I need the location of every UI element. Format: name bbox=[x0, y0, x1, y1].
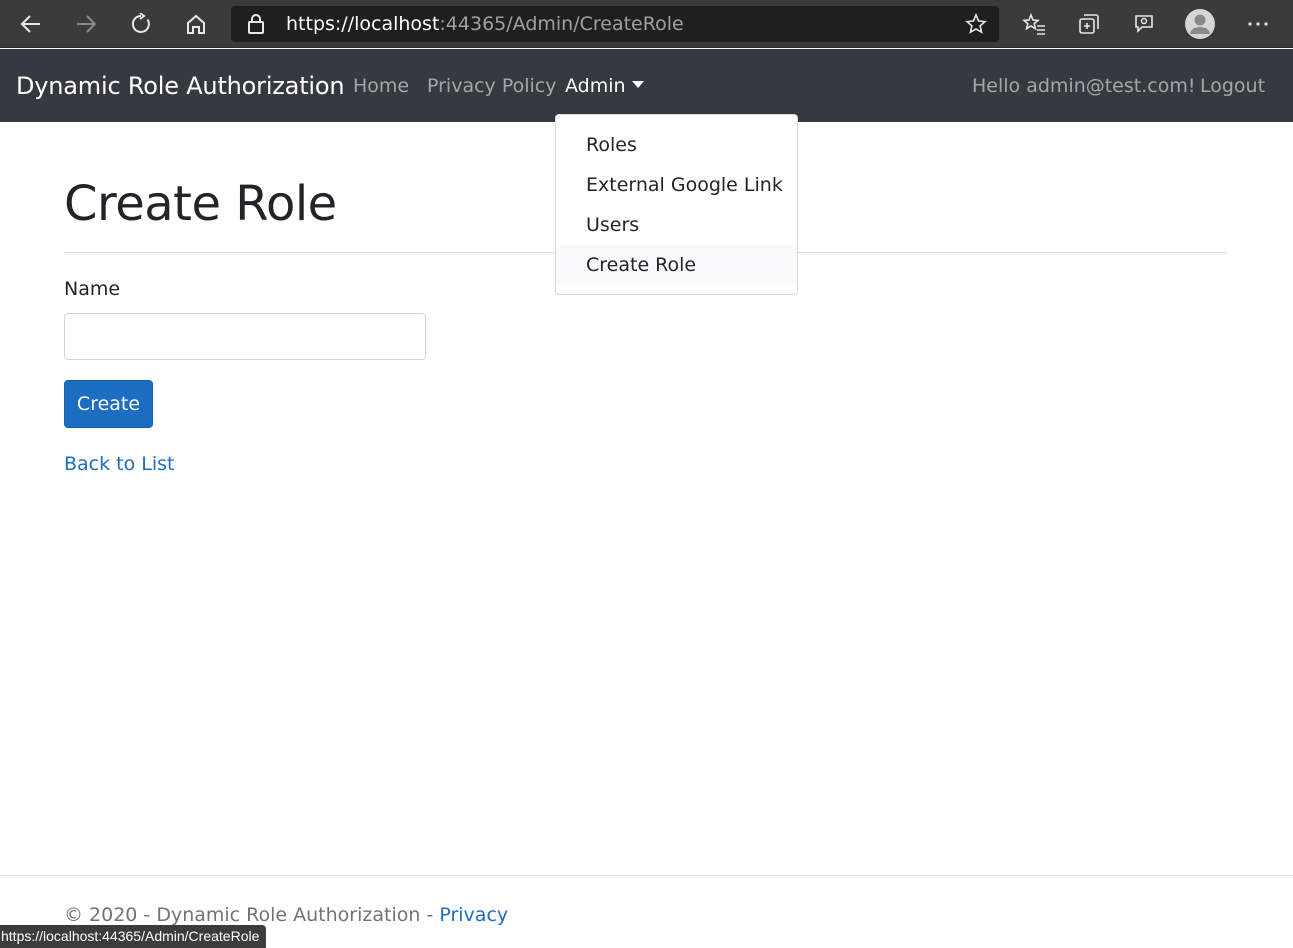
name-label: Name bbox=[64, 278, 121, 300]
favorites-list-icon[interactable] bbox=[1018, 8, 1050, 40]
nav-admin-label: Admin bbox=[565, 75, 626, 97]
footer: © 2020 - Dynamic Role Authorization - Pr… bbox=[64, 903, 508, 927]
logout-link[interactable]: Logout bbox=[1200, 74, 1265, 98]
admin-dropdown-menu: Roles External Google Link Users Create … bbox=[555, 114, 798, 295]
nav-admin-dropdown-toggle[interactable]: Admin bbox=[565, 74, 644, 98]
user-greeting: Hello admin@test.com! bbox=[972, 75, 1196, 97]
status-bar-url: https://localhost:44365/Admin/CreateRole bbox=[0, 925, 267, 948]
dropdown-item-external-google-link[interactable]: External Google Link bbox=[556, 165, 797, 205]
collections-icon[interactable] bbox=[1073, 8, 1105, 40]
name-input[interactable] bbox=[64, 313, 426, 360]
footer-text: © 2020 - Dynamic Role Authorization - bbox=[64, 904, 440, 926]
footer-divider bbox=[0, 875, 1293, 876]
home-icon[interactable] bbox=[180, 8, 212, 40]
address-url: https://localhost:44365/Admin/CreateRole bbox=[286, 13, 684, 35]
dropdown-item-users[interactable]: Users bbox=[556, 205, 797, 245]
forward-arrow-icon[interactable] bbox=[70, 8, 102, 40]
address-bar[interactable]: https://localhost:44365/Admin/CreateRole bbox=[231, 6, 999, 42]
page-title: Create Role bbox=[64, 176, 337, 232]
browser-toolbar: https://localhost:44365/Admin/CreateRole bbox=[0, 0, 1293, 48]
back-arrow-icon[interactable] bbox=[15, 8, 47, 40]
caret-down-icon bbox=[631, 81, 644, 88]
footer-privacy-link[interactable]: Privacy bbox=[439, 904, 508, 926]
favorite-star-icon[interactable] bbox=[965, 12, 987, 39]
refresh-icon[interactable] bbox=[125, 8, 157, 40]
profile-avatar-icon[interactable] bbox=[1184, 8, 1216, 40]
brand-link[interactable]: Dynamic Role Authorization bbox=[16, 71, 345, 101]
site-navbar: Dynamic Role Authorization Home Privacy … bbox=[0, 49, 1293, 122]
read-aloud-icon[interactable] bbox=[1128, 8, 1160, 40]
lock-icon bbox=[247, 14, 265, 38]
nav-home[interactable]: Home bbox=[353, 74, 409, 98]
dropdown-item-roles[interactable]: Roles bbox=[556, 125, 797, 165]
more-menu-icon[interactable] bbox=[1242, 8, 1274, 40]
create-button[interactable]: Create bbox=[64, 380, 153, 428]
nav-privacy-policy[interactable]: Privacy Policy bbox=[427, 74, 556, 98]
back-to-list-link[interactable]: Back to List bbox=[64, 452, 175, 476]
dropdown-item-create-role[interactable]: Create Role bbox=[556, 245, 797, 285]
